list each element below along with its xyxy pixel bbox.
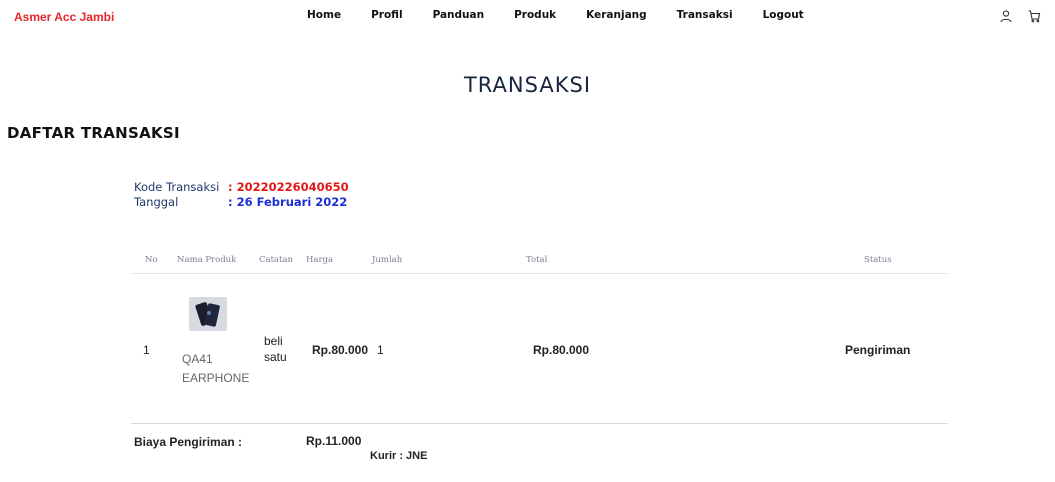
cart-icon[interactable] (1027, 9, 1041, 23)
th-nama-produk: Nama Produk (177, 255, 237, 265)
cell-catatan: beli satu (264, 334, 287, 364)
cell-jumlah: 1 (377, 343, 384, 357)
row-divider (131, 423, 948, 424)
cell-no: 1 (143, 343, 150, 357)
tanggal-value: : 26 Februari 2022 (228, 195, 348, 209)
cell-nama-produk[interactable]: QA41 EARPHONE (182, 350, 262, 388)
th-total: Total (526, 255, 548, 265)
nav-produk[interactable]: Produk (514, 9, 556, 21)
th-catatan: Catatan (259, 255, 294, 265)
top-navbar: Asmer Acc Jambi Home Profil Panduan Prod… (0, 0, 1055, 34)
nav-logout[interactable]: Logout (763, 9, 804, 21)
th-jumlah: Jumlah (372, 255, 403, 265)
nav-transaksi[interactable]: Transaksi (677, 9, 733, 21)
section-title: DAFTAR TRANSAKSI (7, 124, 180, 142)
main-nav: Home Profil Panduan Produk Keranjang Tra… (307, 9, 834, 21)
header-divider (131, 273, 948, 274)
page-title: TRANSAKSI (463, 73, 592, 97)
product-thumbnail (189, 297, 227, 331)
th-no: No (145, 255, 158, 265)
th-status: Status (864, 255, 892, 265)
shipping-label: Biaya Pengiriman : (134, 435, 243, 449)
cell-harga: Rp.80.000 (312, 343, 369, 357)
shipping-value: Rp.11.000 (306, 434, 362, 448)
kode-transaksi-value: : 20220226040650 (228, 180, 349, 194)
nav-home[interactable]: Home (307, 9, 341, 21)
status-badge: Pengiriman (845, 343, 911, 357)
brand-logo[interactable]: Asmer Acc Jambi (14, 10, 114, 24)
tanggal-label: Tanggal (134, 195, 179, 209)
product-name-line2: EARPHONE (182, 371, 250, 385)
user-icon[interactable] (999, 9, 1013, 23)
cell-total: Rp.80.000 (533, 343, 590, 357)
nav-keranjang[interactable]: Keranjang (586, 9, 647, 21)
transaction-meta: Kode Transaksi : 20220226040650 Tanggal … (134, 180, 349, 210)
header-icons (999, 9, 1041, 23)
kode-transaksi-label: Kode Transaksi (134, 180, 220, 194)
kode-transaksi-row: Kode Transaksi : 20220226040650 (134, 180, 349, 195)
nav-panduan[interactable]: Panduan (433, 9, 485, 21)
nav-profil[interactable]: Profil (371, 9, 402, 21)
th-harga: Harga (306, 255, 334, 265)
kurir-label: Kurir : JNE (370, 450, 428, 462)
tanggal-row: Tanggal : 26 Februari 2022 (134, 195, 349, 210)
product-name-line1: QA41 (182, 352, 213, 366)
